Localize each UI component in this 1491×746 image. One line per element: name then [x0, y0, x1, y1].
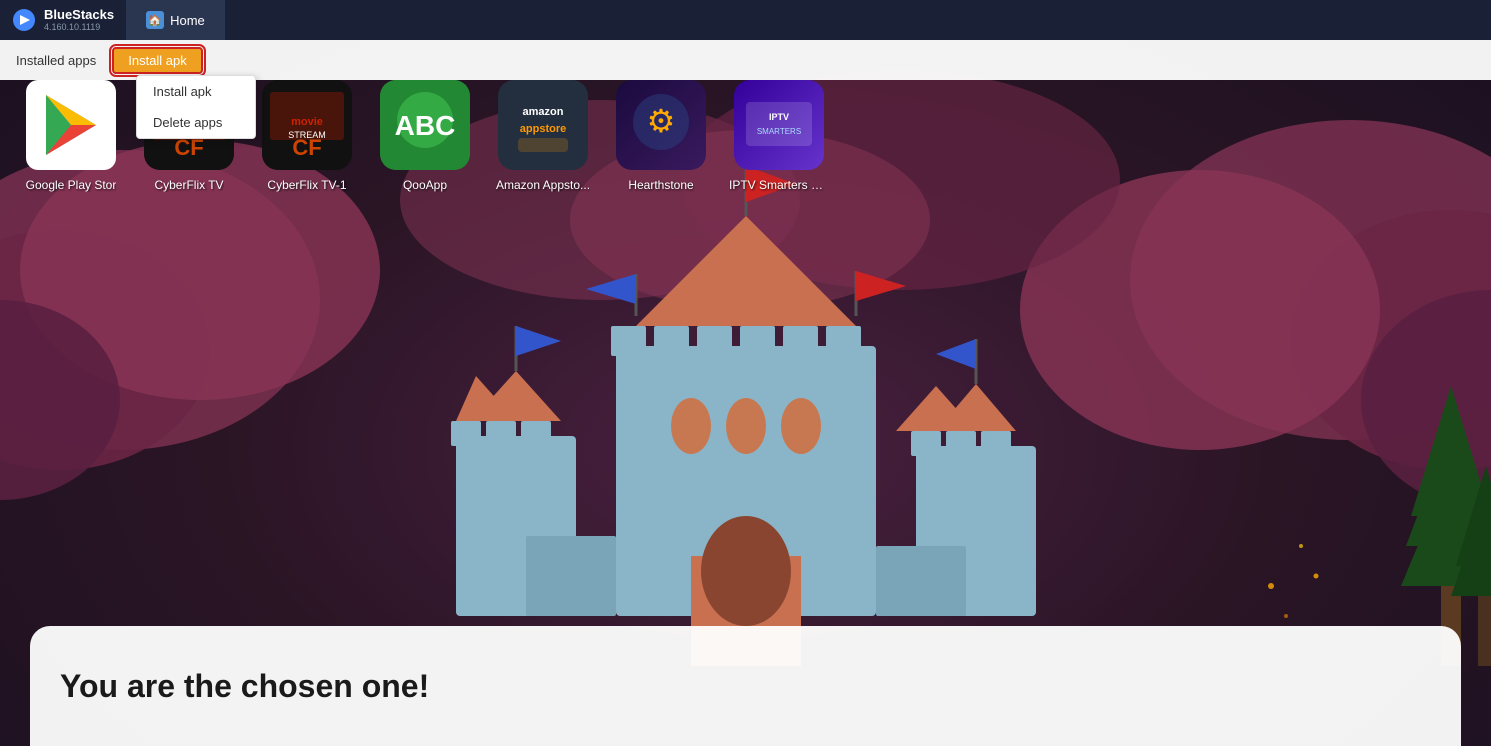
- svg-text:amazon: amazon: [523, 106, 564, 118]
- svg-text:appstore: appstore: [520, 123, 566, 135]
- app-icon-qooapp: ABC: [380, 80, 470, 170]
- app-icon-amazon-appstore: amazon appstore: [498, 80, 588, 170]
- app-icon-hearthstone: ⚙: [616, 80, 706, 170]
- dropdown-install-apk[interactable]: Install apk: [137, 76, 255, 107]
- bottom-card-text: You are the chosen one!: [60, 668, 429, 705]
- app-label-iptv-smarters: IPTV Smarters Pr...: [729, 178, 829, 192]
- svg-text:IPTV: IPTV: [769, 112, 789, 122]
- app-item-qooapp[interactable]: ABC QooApp: [370, 80, 480, 192]
- app-label-hearthstone: Hearthstone: [628, 178, 693, 192]
- titlebar: BlueStacks 4.160.10.1119 🏠 Home: [0, 0, 1491, 40]
- brand-name: BlueStacks: [44, 7, 114, 23]
- app-icon-cyberflix-tv-1: movie STREAM CF: [262, 80, 352, 170]
- install-apk-button[interactable]: Install apk: [112, 47, 203, 74]
- bluestacks-icon: [12, 8, 36, 32]
- svg-text:CF: CF: [292, 135, 321, 160]
- installed-apps-label: Installed apps: [16, 53, 96, 68]
- app-item-cyberflix-tv-1[interactable]: movie STREAM CF CyberFlix TV-1: [252, 80, 362, 192]
- brand-version: 4.160.10.1119: [44, 22, 114, 33]
- app-item-amazon-appstore[interactable]: amazon appstore Amazon Appsto...: [488, 80, 598, 192]
- bottom-card: You are the chosen one!: [30, 626, 1461, 746]
- app-label-google-play-store: Google Play Stor: [26, 178, 117, 192]
- castle-scene: [396, 116, 1096, 666]
- home-tab-icon: 🏠: [146, 11, 164, 29]
- dropdown-delete-apps[interactable]: Delete apps: [137, 107, 255, 138]
- svg-text:SMARTERS: SMARTERS: [757, 127, 801, 136]
- svg-text:movie: movie: [291, 116, 323, 128]
- app-icon-google-play-store: [26, 80, 116, 170]
- titlebar-brand: BlueStacks 4.160.10.1119: [44, 7, 114, 33]
- app-label-cyberflix-tv: CyberFlix TV: [154, 178, 223, 192]
- app-item-hearthstone[interactable]: ⚙ Hearthstone: [606, 80, 716, 192]
- home-tab[interactable]: 🏠 Home: [126, 0, 225, 40]
- svg-text:ABC: ABC: [395, 110, 456, 141]
- app-icon-iptv-smarters: IPTV SMARTERS: [734, 80, 824, 170]
- app-label-qooapp: QooApp: [403, 178, 447, 192]
- toolbar: Installed apps Install apk: [0, 40, 1491, 80]
- home-tab-label: Home: [170, 13, 205, 28]
- app-item-google-play-store[interactable]: Google Play Stor: [16, 80, 126, 192]
- app-label-cyberflix-tv-1: CyberFlix TV-1: [267, 178, 346, 192]
- app-label-amazon-appstore: Amazon Appsto...: [496, 178, 590, 192]
- titlebar-logo: BlueStacks 4.160.10.1119: [0, 0, 126, 40]
- svg-text:⚙: ⚙: [647, 103, 676, 139]
- dropdown-menu: Install apk Delete apps: [136, 75, 256, 139]
- app-item-iptv-smarters[interactable]: IPTV SMARTERS IPTV Smarters Pr...: [724, 80, 834, 192]
